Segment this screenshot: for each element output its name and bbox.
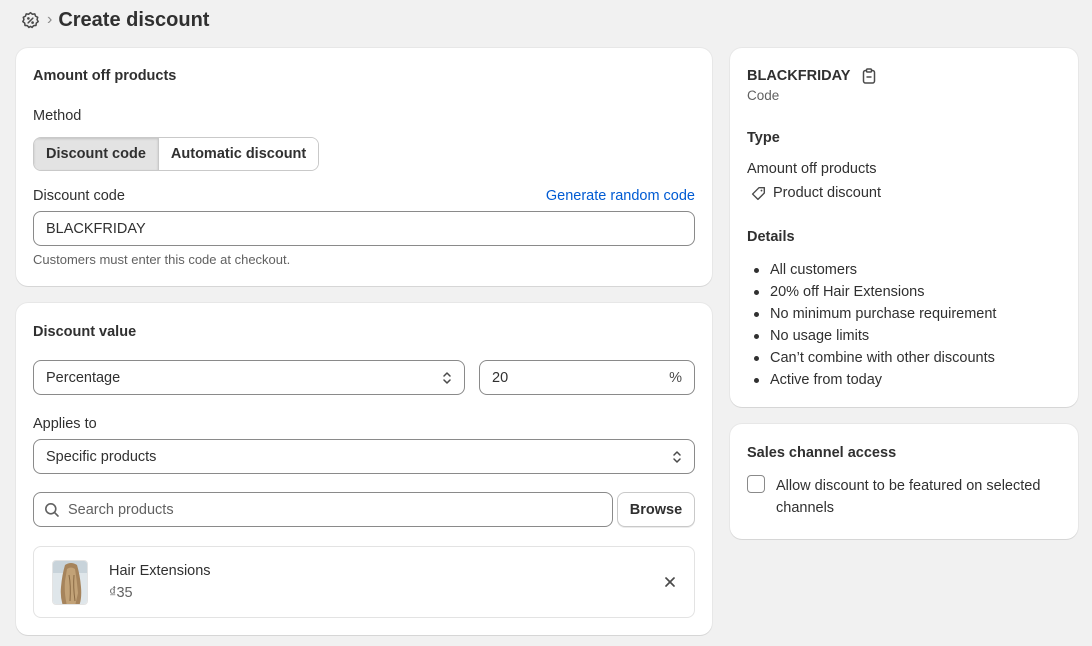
- summary-type-kind: Product discount: [773, 185, 882, 201]
- summary-details-heading: Details: [747, 229, 795, 245]
- method-discount-code-button[interactable]: Discount code: [34, 138, 159, 170]
- value-type-select[interactable]: Percentage: [33, 360, 465, 395]
- featured-channels-label-line1: Allow discount to be featured on selecte…: [776, 478, 1041, 494]
- search-products-field[interactable]: [33, 492, 613, 527]
- product-price: ₫35: [109, 585, 133, 601]
- page-title: Create discount: [58, 8, 210, 31]
- list-item: Can’t combine with other discounts: [752, 347, 996, 369]
- tag-icon: [751, 186, 766, 201]
- summary-code-row: BLACKFRIDAY: [747, 68, 876, 84]
- discount-code-label: Discount code: [33, 188, 125, 204]
- value-type-selected: Percentage: [46, 369, 121, 386]
- applies-to-select[interactable]: Specific products: [33, 439, 695, 474]
- featured-channels-label-line2: channels: [776, 500, 835, 516]
- card-title-amount-off: Amount off products: [33, 68, 177, 84]
- remove-product-close-icon[interactable]: [662, 574, 678, 590]
- method-segmented-control: Discount code Automatic discount: [33, 137, 320, 171]
- summary-code: BLACKFRIDAY: [747, 68, 851, 84]
- applies-to-selected: Specific products: [46, 448, 157, 465]
- list-item: All customers: [752, 259, 996, 281]
- select-updown-icon: [442, 370, 452, 386]
- discount-value-card: Discount value Percentage % Applies to S…: [16, 303, 712, 635]
- summary-code-caption: Code: [747, 88, 780, 103]
- breadcrumb-separator: ›: [47, 11, 53, 28]
- product-thumbnail: [52, 560, 88, 605]
- discount-amount-field[interactable]: %: [479, 360, 695, 395]
- method-automatic-discount-button[interactable]: Automatic discount: [158, 138, 319, 170]
- discount-amount-input[interactable]: [492, 369, 642, 386]
- summary-type-kind-row: Product discount: [751, 185, 881, 201]
- browse-button[interactable]: Browse: [617, 492, 695, 527]
- discount-settings-icon[interactable]: [20, 10, 40, 30]
- discount-code-input[interactable]: [46, 220, 682, 237]
- summary-details-list: All customers 20% off Hair Extensions No…: [752, 259, 996, 391]
- sales-channel-card: Sales channel access Allow discount to b…: [730, 424, 1078, 539]
- method-label: Method: [33, 108, 82, 124]
- search-icon: [44, 502, 60, 518]
- method-card: Amount off products Method Discount code…: [16, 48, 712, 286]
- page-header: › Create discount: [20, 6, 209, 34]
- list-item: No minimum purchase requirement: [752, 303, 996, 325]
- percent-suffix: %: [669, 369, 682, 386]
- clipboard-icon[interactable]: [862, 68, 876, 84]
- selected-product-row: Hair Extensions ₫35: [33, 546, 695, 618]
- list-item: Active from today: [752, 369, 996, 391]
- discount-code-help-text: Customers must enter this code at checko…: [33, 252, 291, 267]
- search-products-input[interactable]: [68, 501, 600, 518]
- applies-to-label: Applies to: [33, 416, 97, 432]
- summary-type-heading: Type: [747, 130, 780, 146]
- featured-channels-checkbox[interactable]: [747, 475, 765, 493]
- summary-type-value: Amount off products: [747, 161, 877, 177]
- discount-code-field[interactable]: [33, 211, 695, 246]
- list-item: 20% off Hair Extensions: [752, 281, 996, 303]
- generate-random-code-link[interactable]: Generate random code: [546, 188, 695, 204]
- select-updown-icon: [672, 449, 682, 465]
- summary-card: BLACKFRIDAY Code Type Amount off product…: [730, 48, 1078, 407]
- card-title-sales-channel: Sales channel access: [747, 445, 897, 461]
- card-title-discount-value: Discount value: [33, 324, 137, 340]
- product-name: Hair Extensions: [109, 563, 211, 579]
- list-item: No usage limits: [752, 325, 996, 347]
- featured-channels-label[interactable]: Allow discount to be featured on selecte…: [776, 475, 1040, 519]
